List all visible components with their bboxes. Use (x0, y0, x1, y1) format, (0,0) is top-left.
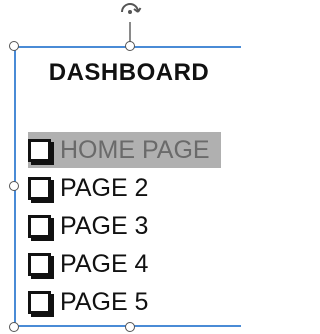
item-label: PAGE 4 (60, 249, 149, 278)
list-item-page-5[interactable]: PAGE 5 (28, 284, 148, 320)
item-label: HOME PAGE (60, 135, 210, 164)
resize-handle-top-left[interactable] (9, 41, 19, 51)
resize-handle-middle-left[interactable] (9, 181, 19, 191)
list-item-home-page[interactable]: HOME PAGE (28, 132, 221, 168)
checkbox-icon[interactable] (28, 252, 54, 279)
dashboard-title: DASHBOARD (48, 59, 210, 86)
checkbox-icon[interactable] (28, 290, 54, 317)
list-item-page-4[interactable]: PAGE 4 (28, 246, 148, 282)
checkbox-icon[interactable] (28, 138, 54, 165)
resize-handle-bottom-center[interactable] (125, 322, 135, 332)
item-label: PAGE 5 (60, 287, 149, 316)
canvas: DASHBOARD HOME PAGE PAGE 2 PAGE 3 PAGE 4… (0, 0, 241, 334)
resize-handle-top-center[interactable] (125, 41, 135, 51)
list-item-page-3[interactable]: PAGE 3 (28, 208, 148, 244)
item-label: PAGE 3 (60, 211, 149, 240)
rotate-icon[interactable] (117, 0, 143, 24)
item-label: PAGE 2 (60, 173, 149, 202)
checkbox-icon[interactable] (28, 214, 54, 241)
resize-handle-bottom-left[interactable] (9, 322, 19, 332)
list-item-page-2[interactable]: PAGE 2 (28, 170, 148, 206)
checkbox-icon[interactable] (28, 176, 54, 203)
